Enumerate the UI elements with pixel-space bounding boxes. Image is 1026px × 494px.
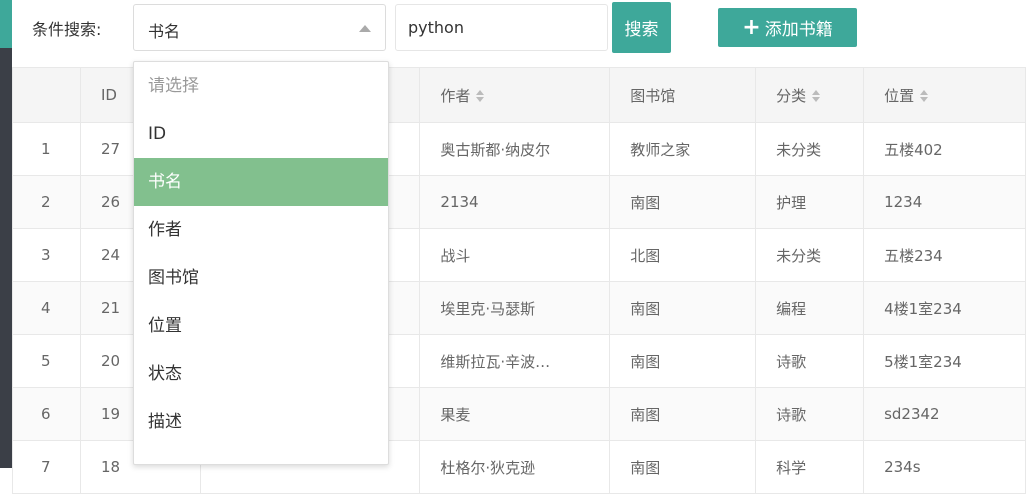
search-bar: 条件搜索: 书名 搜索 + 添加书籍 [12,0,1026,62]
cell-location: 1234 [863,175,1026,229]
dropdown-option[interactable]: 位置 [134,302,388,350]
main-content: 条件搜索: 书名 搜索 + 添加书籍 ID 作者 图书馆 分类 位置 [12,0,1026,494]
cell-category: 护理 [755,175,865,229]
cell-category: 诗歌 [755,334,865,388]
cell-category: 诗歌 [755,387,865,441]
keyword-input[interactable] [395,4,608,51]
cell-location: 234s [863,440,1026,494]
sidebar-accent [0,0,12,48]
dropdown-option[interactable]: ID [134,110,388,158]
sort-icon[interactable] [812,90,821,102]
cell-author: 杜格尔·狄克逊 [419,440,611,494]
header-library: 图书馆 [609,67,757,123]
dropdown-option[interactable]: 书名 [134,158,388,206]
header-index [12,67,81,123]
cell-location: 五楼402 [863,122,1026,176]
cell-author: 果麦 [419,387,611,441]
cell-location: 5楼1室234 [863,334,1026,388]
dropdown-option[interactable]: 图书馆 [134,254,388,302]
cell-library: 南图 [609,175,757,229]
cell-library: 南图 [609,387,757,441]
row-index: 2 [12,175,81,229]
cell-author: 奥古斯都·纳皮尔 [419,122,611,176]
dropdown-option[interactable]: 作者 [134,206,388,254]
row-index: 5 [12,334,81,388]
cell-library: 南图 [609,334,757,388]
cell-library: 北图 [609,228,757,282]
cell-location: 4楼1室234 [863,281,1026,335]
cell-library: 南图 [609,281,757,335]
header-location[interactable]: 位置 [863,67,1026,123]
search-field-dropdown: 请选择 ID 书名 作者 图书馆 位置 状态 描述 [133,61,389,465]
cell-author: 维斯拉瓦·辛波… [419,334,611,388]
sort-icon[interactable] [476,90,485,102]
dropdown-option[interactable]: 描述 [134,398,388,446]
add-book-label: 添加书籍 [764,20,833,40]
cell-author: 埃里克·马瑟斯 [419,281,611,335]
cell-category: 科学 [755,440,865,494]
cell-location: sd2342 [863,387,1026,441]
row-index: 3 [12,228,81,282]
search-label: 条件搜索: [32,20,102,39]
plus-icon: + [742,14,761,40]
cell-location: 五楼234 [863,228,1026,282]
row-index: 4 [12,281,81,335]
add-book-button[interactable]: + 添加书籍 [718,8,857,47]
cell-author: 2134 [419,175,611,229]
cell-library: 南图 [609,440,757,494]
dropdown-placeholder: 请选择 [148,76,199,96]
cell-category: 未分类 [755,122,865,176]
header-category[interactable]: 分类 [755,67,865,123]
cell-category: 编程 [755,281,865,335]
cell-author: 战斗 [419,228,611,282]
caret-up-icon [359,25,371,32]
search-field-select[interactable]: 书名 [133,4,386,51]
dropdown-option[interactable]: 状态 [134,350,388,398]
sort-icon[interactable] [920,90,929,102]
row-index: 1 [12,122,81,176]
cell-category: 未分类 [755,228,865,282]
row-index: 6 [12,387,81,441]
search-field-value: 书名 [148,22,181,41]
search-button[interactable]: 搜索 [612,2,671,53]
sidebar-strip [0,0,12,468]
header-author[interactable]: 作者 [419,67,611,123]
row-index: 7 [12,440,81,494]
cell-library: 教师之家 [609,122,757,176]
